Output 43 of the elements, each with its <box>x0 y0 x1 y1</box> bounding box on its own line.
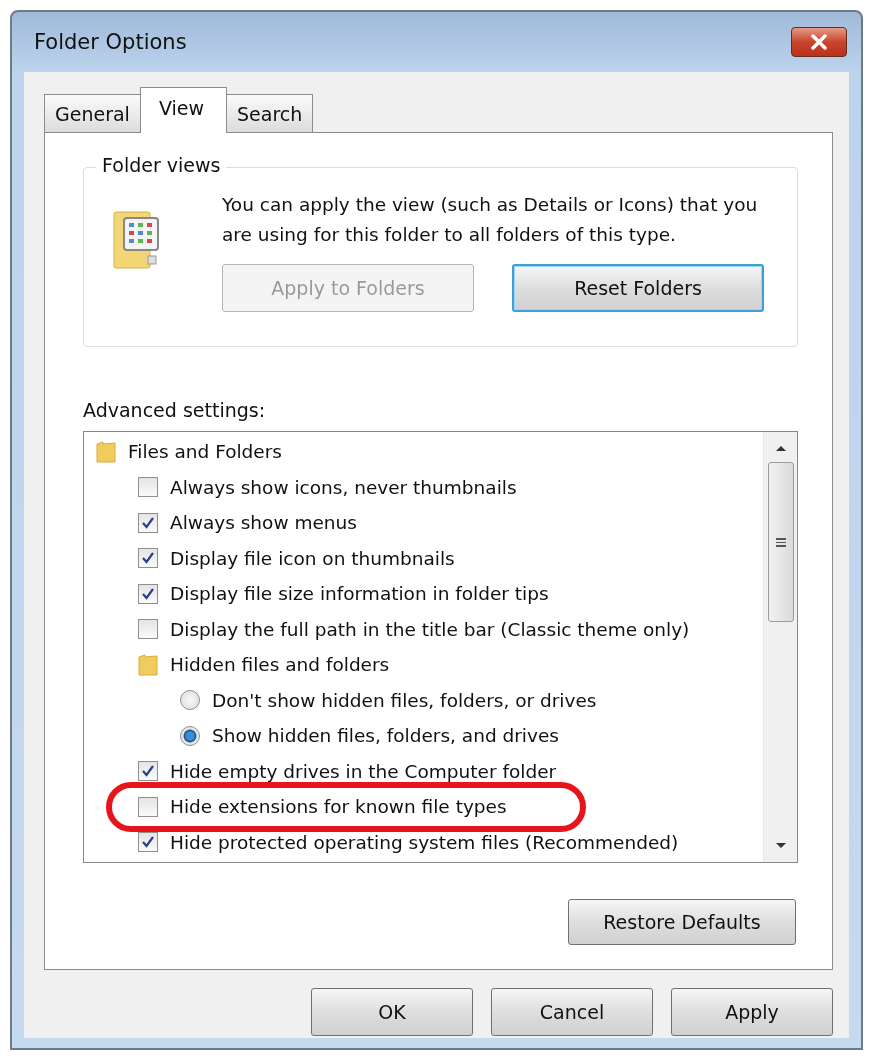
checkbox[interactable] <box>138 512 158 533</box>
grip-icon <box>775 537 786 547</box>
scroll-down-icon[interactable] <box>774 842 787 850</box>
checkbox[interactable] <box>138 548 158 569</box>
setting-label: Show hidden files, folders, and drives <box>212 725 559 747</box>
folder-view-icon <box>112 210 162 272</box>
close-icon <box>808 34 830 50</box>
dialog-button[interactable]: Cancel <box>491 988 653 1036</box>
checkbox[interactable] <box>138 619 158 640</box>
window-title: Folder Options <box>34 30 187 54</box>
checkbox[interactable] <box>138 796 158 817</box>
tab[interactable]: View <box>139 87 227 133</box>
setting-label: Display file icon on thumbnails <box>170 547 455 569</box>
advanced-settings-label: Advanced settings: <box>83 399 267 421</box>
setting-label: Display the full path in the title bar (Classic theme only) <box>170 618 690 640</box>
setting-label: Always show icons, never thumbnails <box>170 476 517 498</box>
setting-label: Don't show hidden files, folders, or drives <box>212 689 597 711</box>
setting-label: Hide empty drives in the Computer folder <box>170 760 557 782</box>
radio-button[interactable] <box>180 690 200 711</box>
tab[interactable]: General <box>44 94 141 132</box>
setting-label: Files and Folders <box>128 441 282 463</box>
tab[interactable]: Search <box>226 94 314 132</box>
setting-label: Always show menus <box>170 512 357 534</box>
checkbox[interactable] <box>138 477 158 498</box>
setting-label: Display file size information in folder tips <box>170 583 549 605</box>
close-button[interactable] <box>791 27 847 57</box>
restore-defaults-button[interactable]: Restore Defaults <box>568 899 796 945</box>
scroll-up-icon[interactable] <box>774 444 787 452</box>
setting-label: Hide protected operating system files (Recommended) <box>170 831 679 853</box>
setting-label: Hide extensions for known file types <box>170 796 507 818</box>
radio-button[interactable] <box>180 725 200 746</box>
folder-icon <box>138 652 158 677</box>
dialog-button[interactable]: OK <box>311 988 473 1036</box>
folder-icon <box>96 439 116 464</box>
checkbox[interactable] <box>138 583 158 604</box>
scrollbar[interactable] <box>763 432 797 862</box>
checkbox[interactable] <box>138 832 158 853</box>
dialog-button[interactable]: Apply <box>671 988 833 1036</box>
setting-label: Hidden files and folders <box>170 654 390 676</box>
description-text: You can apply the view (such as Details or Icons) that you are using for this folder to all folders of this type. <box>222 193 759 247</box>
scroll-thumb[interactable] <box>767 462 794 622</box>
folder-button[interactable]: Reset Folders <box>512 264 764 312</box>
checkbox[interactable] <box>138 761 158 782</box>
